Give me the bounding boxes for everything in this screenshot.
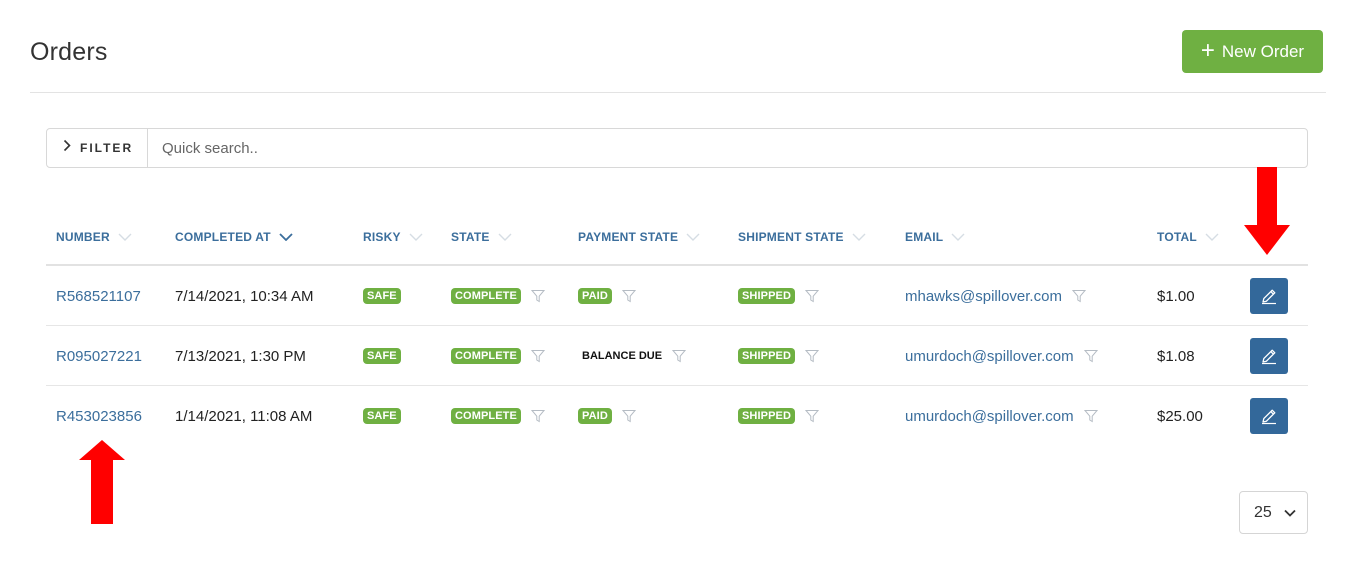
risk-badge: SAFE: [363, 288, 401, 304]
column-header-email[interactable]: EMAIL: [905, 230, 965, 244]
pencil-edit-icon: [1262, 289, 1276, 305]
chevron-right-icon: [63, 139, 71, 157]
funnel-filter-icon[interactable]: [1071, 289, 1086, 303]
column-header-total[interactable]: TOTAL: [1157, 230, 1219, 244]
state-badge: COMPLETE: [451, 408, 521, 424]
funnel-filter-icon[interactable]: [530, 409, 545, 423]
funnel-filter-icon[interactable]: [530, 349, 545, 363]
email-link[interactable]: umurdoch@spillover.com: [905, 408, 1074, 425]
shipment-state-badge: SHIPPED: [738, 408, 795, 424]
edit-order-button[interactable]: [1250, 278, 1288, 314]
column-header-label: NUMBER: [56, 230, 110, 244]
page-title: Orders: [30, 38, 108, 66]
completed-at-cell: 1/14/2021, 11:08 AM: [175, 407, 313, 425]
funnel-filter-icon[interactable]: [621, 289, 636, 303]
payment-state-badge: PAID: [578, 408, 612, 424]
funnel-filter-icon[interactable]: [1083, 349, 1098, 363]
funnel-filter-icon[interactable]: [621, 409, 636, 423]
completed-at-cell: 7/13/2021, 1:30 PM: [175, 347, 306, 365]
payment-state-cell: BALANCE DUE: [582, 346, 687, 366]
email-cell: umurdoch@spillover.com: [905, 346, 1098, 366]
column-header-payment-state[interactable]: PAYMENT STATE: [578, 230, 700, 244]
chevron-down-icon: [279, 233, 293, 241]
total-cell: $1.08: [1157, 347, 1195, 365]
risk-badge: SAFE: [363, 348, 401, 364]
table-header-divider: [46, 264, 1308, 266]
email-cell: mhawks@spillover.com: [905, 286, 1086, 306]
header-divider: [30, 92, 1326, 93]
plus-icon: +: [1200, 36, 1215, 64]
chevron-down-icon: [852, 233, 866, 241]
funnel-filter-icon[interactable]: [672, 349, 687, 363]
column-header-label: TOTAL: [1157, 230, 1197, 244]
risky-cell: SAFE: [363, 406, 401, 426]
red-arrow-annotation: [1244, 167, 1290, 255]
email-link[interactable]: mhawks@spillover.com: [905, 288, 1062, 305]
completed-at-cell: 7/14/2021, 10:34 AM: [175, 287, 314, 305]
column-header-number[interactable]: NUMBER: [56, 230, 132, 244]
chevron-down-icon: [118, 233, 132, 241]
payment-state-cell: PAID: [578, 286, 636, 306]
payment-state-badge: BALANCE DUE: [582, 350, 663, 362]
order-number-link[interactable]: R568521107: [56, 286, 141, 306]
row-divider: [46, 385, 1308, 386]
column-header-label: PAYMENT STATE: [578, 230, 679, 244]
column-header-shipment-state[interactable]: SHIPMENT STATE: [738, 230, 866, 244]
column-header-state[interactable]: STATE: [451, 230, 512, 244]
order-number-link[interactable]: R095027221: [56, 346, 142, 366]
chevron-down-icon: [1205, 233, 1219, 241]
chevron-down-icon: [951, 233, 965, 241]
funnel-filter-icon[interactable]: [805, 409, 819, 423]
payment-state-badge: PAID: [578, 288, 612, 304]
column-header-risky[interactable]: RISKY: [363, 230, 423, 244]
column-header-label: STATE: [451, 230, 490, 244]
column-header-label: EMAIL: [905, 230, 944, 244]
order-number-link[interactable]: R453023856: [56, 406, 142, 426]
state-badge: COMPLETE: [451, 288, 521, 304]
total-cell: $25.00: [1157, 407, 1203, 425]
shipment-state-cell: SHIPPED: [738, 346, 819, 366]
shipment-state-cell: SHIPPED: [738, 286, 819, 306]
shipment-state-badge: SHIPPED: [738, 348, 795, 364]
row-divider: [46, 325, 1308, 326]
state-cell: COMPLETE: [451, 346, 545, 366]
edit-order-button[interactable]: [1250, 398, 1288, 434]
risky-cell: SAFE: [363, 346, 401, 366]
total-cell: $1.00: [1157, 287, 1195, 305]
column-header-label: COMPLETED AT: [175, 230, 271, 244]
shipment-state-badge: SHIPPED: [738, 288, 795, 304]
payment-state-cell: PAID: [578, 406, 636, 426]
state-badge: COMPLETE: [451, 348, 521, 364]
chevron-down-icon: [1284, 509, 1296, 517]
column-header-completed-at[interactable]: COMPLETED AT: [175, 230, 293, 244]
filter-label: FILTER: [80, 141, 134, 155]
funnel-filter-icon[interactable]: [805, 349, 819, 363]
quick-search-input[interactable]: [148, 129, 1307, 167]
funnel-filter-icon[interactable]: [805, 289, 819, 303]
edit-order-button[interactable]: [1250, 338, 1288, 374]
shipment-state-cell: SHIPPED: [738, 406, 819, 426]
red-arrow-annotation: [79, 440, 125, 524]
filter-toggle-button[interactable]: FILTER: [47, 129, 148, 167]
chevron-down-icon: [498, 233, 512, 241]
state-cell: COMPLETE: [451, 406, 545, 426]
new-order-label: New Order: [1221, 41, 1305, 61]
filter-bar: FILTER: [46, 128, 1308, 168]
column-header-label: SHIPMENT STATE: [738, 230, 844, 244]
chevron-down-icon: [409, 233, 423, 241]
pencil-edit-icon: [1262, 349, 1276, 365]
risky-cell: SAFE: [363, 286, 401, 306]
column-header-label: RISKY: [363, 230, 401, 244]
per-page-value: 25: [1254, 503, 1272, 521]
per-page-select[interactable]: 25: [1239, 491, 1308, 534]
funnel-filter-icon[interactable]: [1083, 409, 1098, 423]
email-link[interactable]: umurdoch@spillover.com: [905, 348, 1074, 365]
state-cell: COMPLETE: [451, 286, 545, 306]
funnel-filter-icon[interactable]: [530, 289, 545, 303]
chevron-down-icon: [686, 233, 700, 241]
new-order-button[interactable]: + New Order: [1182, 30, 1323, 73]
pencil-edit-icon: [1262, 409, 1276, 425]
risk-badge: SAFE: [363, 408, 401, 424]
email-cell: umurdoch@spillover.com: [905, 406, 1098, 426]
